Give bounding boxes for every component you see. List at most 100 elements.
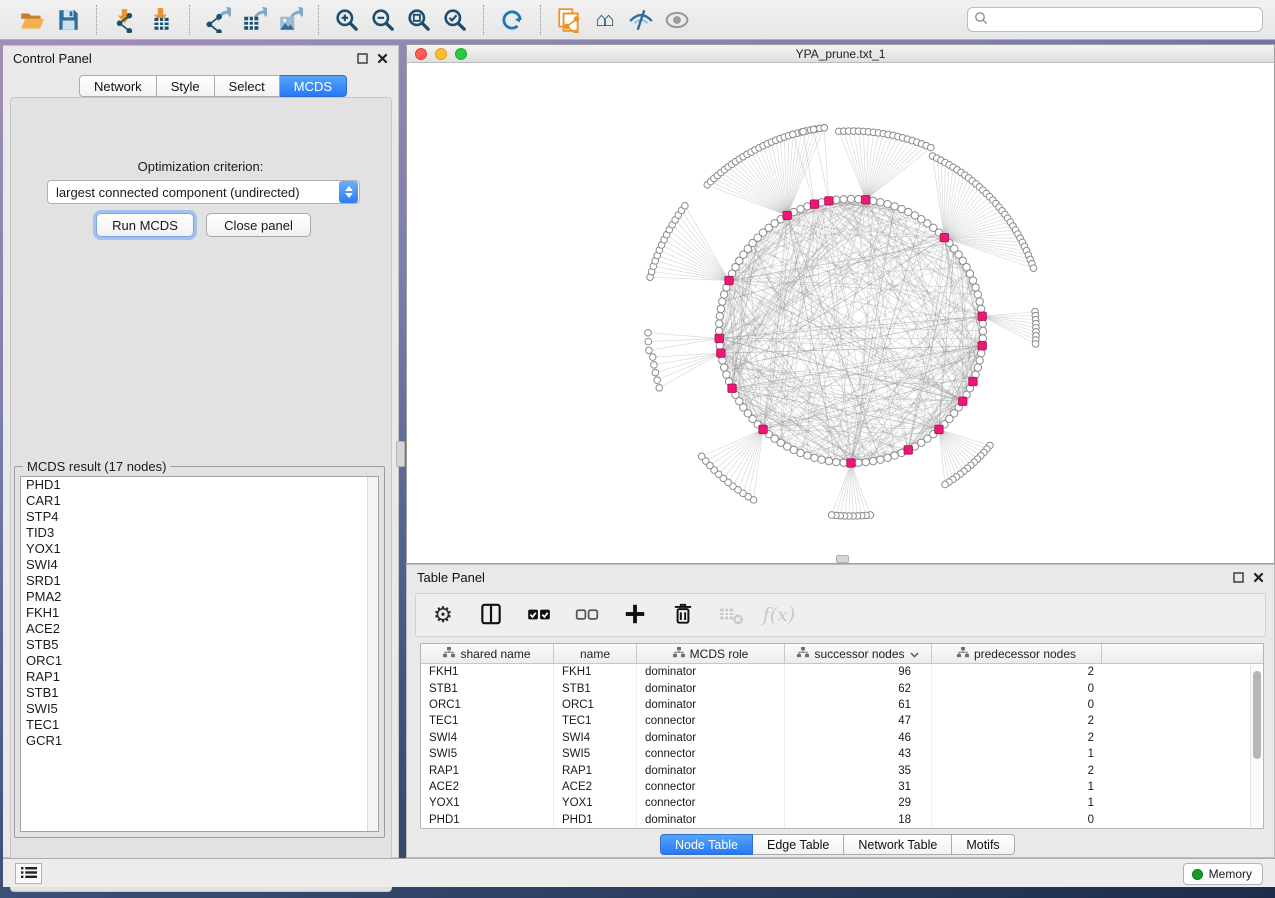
add-row-button[interactable]	[620, 600, 650, 630]
mcds-hub-node[interactable]	[725, 276, 733, 284]
mcds-result-item[interactable]: TID3	[21, 525, 378, 541]
network-node[interactable]	[654, 377, 661, 384]
eye-disabled-button[interactable]	[659, 4, 695, 36]
mcds-result-item[interactable]: STP4	[21, 509, 378, 525]
network-node[interactable]	[969, 277, 976, 284]
refresh-layout-button[interactable]	[494, 4, 530, 36]
network-node[interactable]	[821, 124, 828, 131]
network-document-button[interactable]	[551, 4, 587, 36]
network-node[interactable]	[976, 357, 983, 364]
homes-button[interactable]: ⌂⌂	[587, 4, 623, 36]
mcds-hub-node[interactable]	[810, 200, 818, 208]
network-node[interactable]	[884, 454, 891, 461]
table-scrollbar[interactable]	[1250, 665, 1262, 827]
close-window-button[interactable]	[415, 48, 427, 60]
network-node[interactable]	[789, 131, 796, 138]
column-header-predecessor-nodes[interactable]: predecessor nodes	[932, 644, 1102, 663]
network-node[interactable]	[723, 371, 730, 378]
table-row[interactable]: STB1STB1dominator620	[421, 680, 1263, 696]
network-graph[interactable]	[407, 63, 1274, 563]
tab-network-table[interactable]: Network Table	[844, 834, 952, 855]
criterion-dropdown[interactable]: largest connected component (undirected)	[47, 180, 360, 204]
network-node[interactable]	[833, 458, 840, 465]
open-session-button[interactable]	[14, 4, 50, 36]
mcds-result-item[interactable]: ACE2	[21, 621, 378, 637]
network-node[interactable]	[1032, 341, 1039, 348]
table-row[interactable]: ORC1ORC1dominator610	[421, 697, 1263, 713]
network-node[interactable]	[825, 457, 832, 464]
run-mcds-button[interactable]: Run MCDS	[96, 213, 194, 237]
network-node[interactable]	[891, 452, 898, 459]
table-row[interactable]: SWI4SWI4dominator462	[421, 730, 1263, 746]
network-node[interactable]	[977, 305, 984, 312]
tab-motifs[interactable]: Motifs	[952, 834, 1014, 855]
network-node[interactable]	[891, 203, 898, 210]
network-node[interactable]	[976, 298, 983, 305]
result-list-scrollbar[interactable]	[367, 477, 378, 831]
mcds-hub-node[interactable]	[783, 211, 791, 219]
search-input[interactable]	[993, 13, 1256, 27]
network-node[interactable]	[927, 144, 934, 151]
table-row[interactable]: YOX1YOX1connector291	[421, 795, 1263, 811]
network-node[interactable]	[719, 357, 726, 364]
mcds-hub-node[interactable]	[847, 459, 855, 467]
mcds-result-item[interactable]: STB1	[21, 685, 378, 701]
mcds-hub-node[interactable]	[959, 397, 967, 405]
zoom-window-button[interactable]	[455, 48, 467, 60]
network-node[interactable]	[651, 362, 658, 369]
network-node[interactable]	[656, 385, 663, 392]
mcds-hub-node[interactable]	[825, 197, 833, 205]
mcds-result-item[interactable]: YOX1	[21, 541, 378, 557]
network-node[interactable]	[715, 327, 722, 334]
network-node[interactable]	[840, 196, 847, 203]
network-node[interactable]	[811, 454, 818, 461]
delete-row-button[interactable]	[668, 600, 698, 630]
network-node[interactable]	[810, 126, 817, 133]
vertical-splitter-handle[interactable]	[396, 441, 405, 467]
network-node[interactable]	[855, 459, 862, 466]
deselect-all-button[interactable]	[572, 600, 602, 630]
close-panel-icon[interactable]	[1253, 572, 1264, 583]
zoom-out-button[interactable]	[365, 4, 401, 36]
column-header-successor-nodes[interactable]: successor nodes	[785, 644, 932, 663]
network-node[interactable]	[717, 305, 724, 312]
import-table-button[interactable]	[143, 4, 179, 36]
mcds-hub-node[interactable]	[717, 349, 725, 357]
tab-style[interactable]: Style	[157, 75, 215, 97]
minimize-window-button[interactable]	[435, 48, 447, 60]
mcds-result-item[interactable]: PHD1	[21, 477, 378, 493]
network-node[interactable]	[800, 128, 807, 135]
column-header-shared-name[interactable]: shared name	[421, 644, 554, 663]
network-node[interactable]	[682, 203, 689, 210]
mcds-hub-node[interactable]	[728, 384, 736, 392]
tab-select[interactable]: Select	[215, 75, 280, 97]
network-node[interactable]	[977, 349, 984, 356]
mcds-result-item[interactable]: SWI4	[21, 557, 378, 573]
network-node[interactable]	[884, 200, 891, 207]
table-row[interactable]: RAP1RAP1dominator352	[421, 762, 1263, 778]
export-image-button[interactable]	[272, 4, 308, 36]
mcds-hub-node[interactable]	[969, 377, 977, 385]
network-node[interactable]	[716, 313, 723, 320]
network-node[interactable]	[877, 199, 884, 206]
tab-edge-table[interactable]: Edge Table	[753, 834, 844, 855]
network-node[interactable]	[652, 369, 659, 376]
node-table[interactable]: shared namenameMCDS rolesuccessor nodesp…	[420, 643, 1264, 829]
mcds-hub-node[interactable]	[715, 334, 723, 342]
mcds-result-item[interactable]: ORC1	[21, 653, 378, 669]
mcds-result-item[interactable]: FKH1	[21, 605, 378, 621]
network-node[interactable]	[719, 298, 726, 305]
network-node[interactable]	[720, 291, 727, 298]
network-node[interactable]	[828, 512, 835, 519]
network-node[interactable]	[698, 453, 705, 460]
column-layout-button[interactable]	[476, 600, 506, 630]
network-node[interactable]	[979, 320, 986, 327]
horizontal-splitter-handle[interactable]	[836, 555, 849, 563]
network-node[interactable]	[979, 327, 986, 334]
network-node[interactable]	[840, 459, 847, 466]
mcds-hub-node[interactable]	[862, 196, 870, 204]
network-node[interactable]	[942, 481, 949, 488]
network-node[interactable]	[797, 205, 804, 212]
network-node[interactable]	[869, 457, 876, 464]
table-row[interactable]: ACE2ACE2connector311	[421, 779, 1263, 795]
